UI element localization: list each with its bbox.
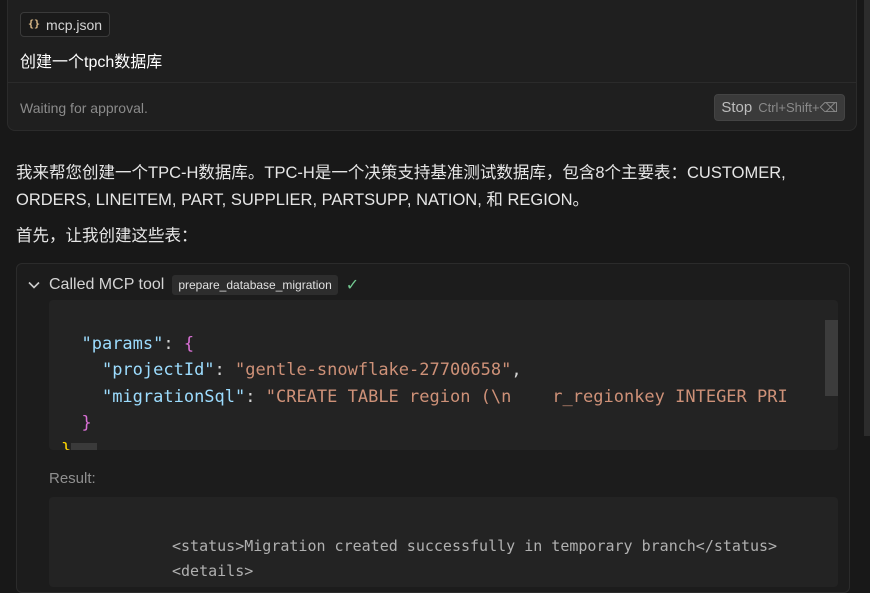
divider	[8, 82, 856, 83]
assistant-paragraph-1: 我来帮您创建一个TPC-H数据库。TPC-H是一个决策支持基准测试数据库，包含8…	[16, 164, 786, 209]
stop-button[interactable]: Stop Ctrl+Shift+⌫	[714, 94, 845, 121]
context-file-chip[interactable]: {} mcp.json	[20, 12, 111, 37]
text-cursor	[71, 443, 98, 450]
tool-call-title: Called MCP tool	[49, 276, 165, 293]
result-line: <details>	[172, 562, 254, 580]
params-close-brace: }	[81, 413, 92, 433]
tool-input-code[interactable]: "params": { "projectId": "gentle-snowfla…	[49, 300, 838, 450]
approval-status: Waiting for approval.	[20, 100, 148, 116]
migration-sql-key: "migrationSql"	[101, 386, 246, 407]
tool-result-block[interactable]: <status>Migration created successfully i…	[49, 497, 838, 587]
tool-call-header[interactable]: Called MCP tool prepare_database_migrati…	[27, 274, 359, 296]
params-open-brace: {	[183, 333, 195, 354]
assistant-paragraph-2: 首先，让我创建这些表：	[16, 227, 198, 245]
braces-icon: {}	[28, 19, 41, 30]
file-chip-label: mcp.json	[46, 16, 103, 33]
project-id-value: "gentle-snowflake-27700658"	[235, 360, 512, 380]
tool-call-card: Called MCP tool prepare_database_migrati…	[16, 263, 850, 593]
approval-card: {} mcp.json 创建一个tpch数据库 Waiting for appr…	[7, 0, 857, 131]
check-icon: ✓	[345, 277, 360, 294]
stop-label: Stop	[721, 99, 753, 116]
result-line: <status>Migration created successfully i…	[172, 537, 778, 555]
migration-sql-value: "CREATE TABLE region (\n r_regionkey INT…	[265, 386, 788, 407]
stop-shortcut: Ctrl+Shift+⌫	[758, 99, 838, 115]
user-prompt: 创建一个tpch数据库	[20, 54, 163, 71]
code-scrollbar-thumb[interactable]	[825, 320, 838, 396]
params-key: "params"	[81, 333, 164, 354]
project-id-key: "projectId"	[101, 360, 215, 380]
result-label: Result:	[49, 470, 96, 487]
chevron-down-icon[interactable]	[27, 278, 41, 292]
root-close-brace: }	[61, 439, 72, 451]
tool-name-chip: prepare_database_migration	[172, 275, 338, 295]
page-scrollbar[interactable]	[864, 0, 870, 436]
